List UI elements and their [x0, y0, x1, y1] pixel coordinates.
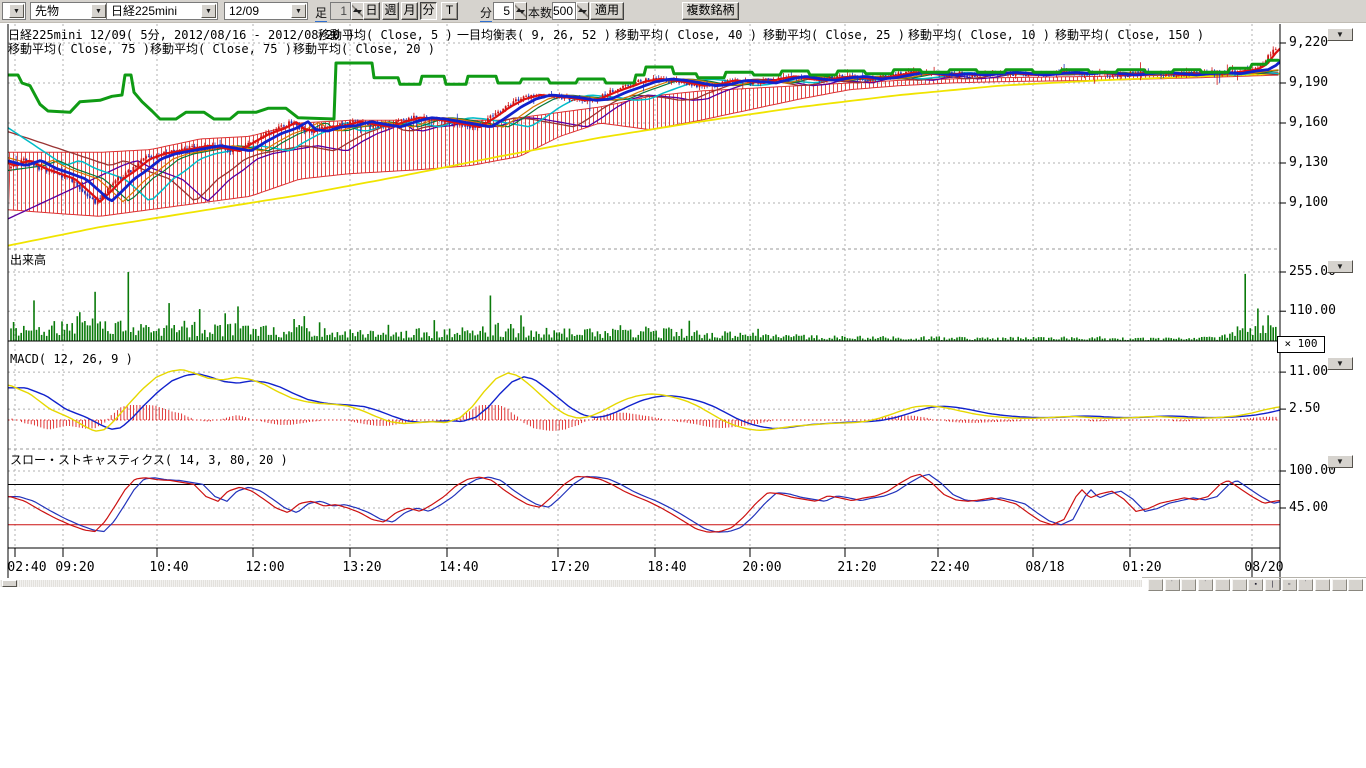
period-button-4[interactable]: 分 [420, 2, 437, 20]
chart-canvas[interactable] [0, 0, 1366, 600]
bottom-mini-toolbar: ˙˙▪❘▫˙ [1142, 577, 1366, 591]
bar-label: 足 [315, 4, 327, 22]
panel-dropdown-button[interactable]: ▼ [1327, 455, 1353, 468]
chevron-down-icon: ▼ [1328, 29, 1352, 40]
symbol-combobox[interactable]: 日経225mini ▼ [106, 2, 218, 20]
mini-toolbar-button-7[interactable]: ▪ [1248, 579, 1263, 591]
contract-combobox[interactable]: 12/09 ▼ [224, 2, 308, 20]
horizontal-scrollbar-thumb[interactable] [2, 580, 17, 587]
period-button-5[interactable]: T [441, 2, 458, 20]
category-value: 先物 [35, 4, 59, 18]
mini-toolbar-button-6[interactable] [1232, 579, 1247, 591]
count-stepper[interactable]: 500 [552, 2, 589, 20]
period-button-2[interactable]: 週 [382, 2, 399, 20]
category-combobox[interactable]: 先物 ▼ [30, 2, 108, 20]
minute-stepper[interactable]: 5 [493, 2, 527, 20]
spinner-updown-icon[interactable] [514, 2, 527, 20]
mini-toolbar-button-1[interactable] [1148, 579, 1163, 591]
symbol-value: 日経225mini [111, 4, 177, 18]
chart-application: ▼ 先物 ▼ 日経225mini ▼ 12/09 ▼ 足 1 日週月分T 分 5… [0, 0, 1366, 768]
mini-toolbar-button-2[interactable]: ˙ [1165, 579, 1180, 591]
chevron-down-icon[interactable]: ▼ [291, 4, 306, 18]
chevron-down-icon: ▼ [1328, 261, 1352, 272]
bar-interval-value[interactable]: 1 [330, 2, 351, 20]
period-button-1[interactable]: 日 [363, 2, 380, 20]
contract-value: 12/09 [229, 4, 259, 18]
chevron-down-icon: ▼ [1328, 456, 1352, 467]
mini-toolbar-button-4[interactable]: ˙ [1198, 579, 1213, 591]
mini-toolbar-button-8[interactable]: ❘ [1265, 579, 1280, 591]
mini-toolbar-button-12[interactable] [1332, 579, 1347, 591]
panel-dropdown-button[interactable]: ▼ [1327, 357, 1353, 370]
toolbar: ▼ 先物 ▼ 日経225mini ▼ 12/09 ▼ 足 1 日週月分T 分 5… [0, 0, 1366, 23]
chevron-down-icon: ▼ [1328, 358, 1352, 369]
spinner-updown-icon[interactable] [576, 2, 589, 20]
chevron-down-icon[interactable]: ▼ [9, 4, 24, 18]
mini-toolbar-button-13[interactable] [1348, 579, 1363, 591]
panel-dropdown-button[interactable]: ▼ [1327, 260, 1353, 273]
count-value[interactable]: 500 [552, 2, 576, 20]
horizontal-scrollbar[interactable] [0, 580, 1142, 587]
minute-value[interactable]: 5 [493, 2, 514, 20]
period-button-3[interactable]: 月 [401, 2, 418, 20]
mini-toolbar-button-3[interactable] [1181, 579, 1196, 591]
mini-toolbar-button-9[interactable]: ▫ [1282, 579, 1297, 591]
apply-button[interactable]: 適用 [590, 2, 624, 20]
multi-symbol-button[interactable]: 複数銘柄 [682, 2, 739, 20]
quick-select-combobox[interactable]: ▼ [2, 2, 26, 20]
count-label: 本数 [528, 4, 552, 21]
minute-label: 分 [480, 4, 492, 22]
chevron-down-icon[interactable]: ▼ [91, 4, 106, 18]
mini-toolbar-button-11[interactable] [1315, 579, 1330, 591]
mini-toolbar-button-5[interactable] [1215, 579, 1230, 591]
bar-interval-stepper[interactable]: 1 [330, 2, 364, 20]
chevron-down-icon[interactable]: ▼ [201, 4, 216, 18]
panel-dropdown-button[interactable]: ▼ [1327, 28, 1353, 41]
mini-toolbar-button-10[interactable]: ˙ [1298, 579, 1313, 591]
